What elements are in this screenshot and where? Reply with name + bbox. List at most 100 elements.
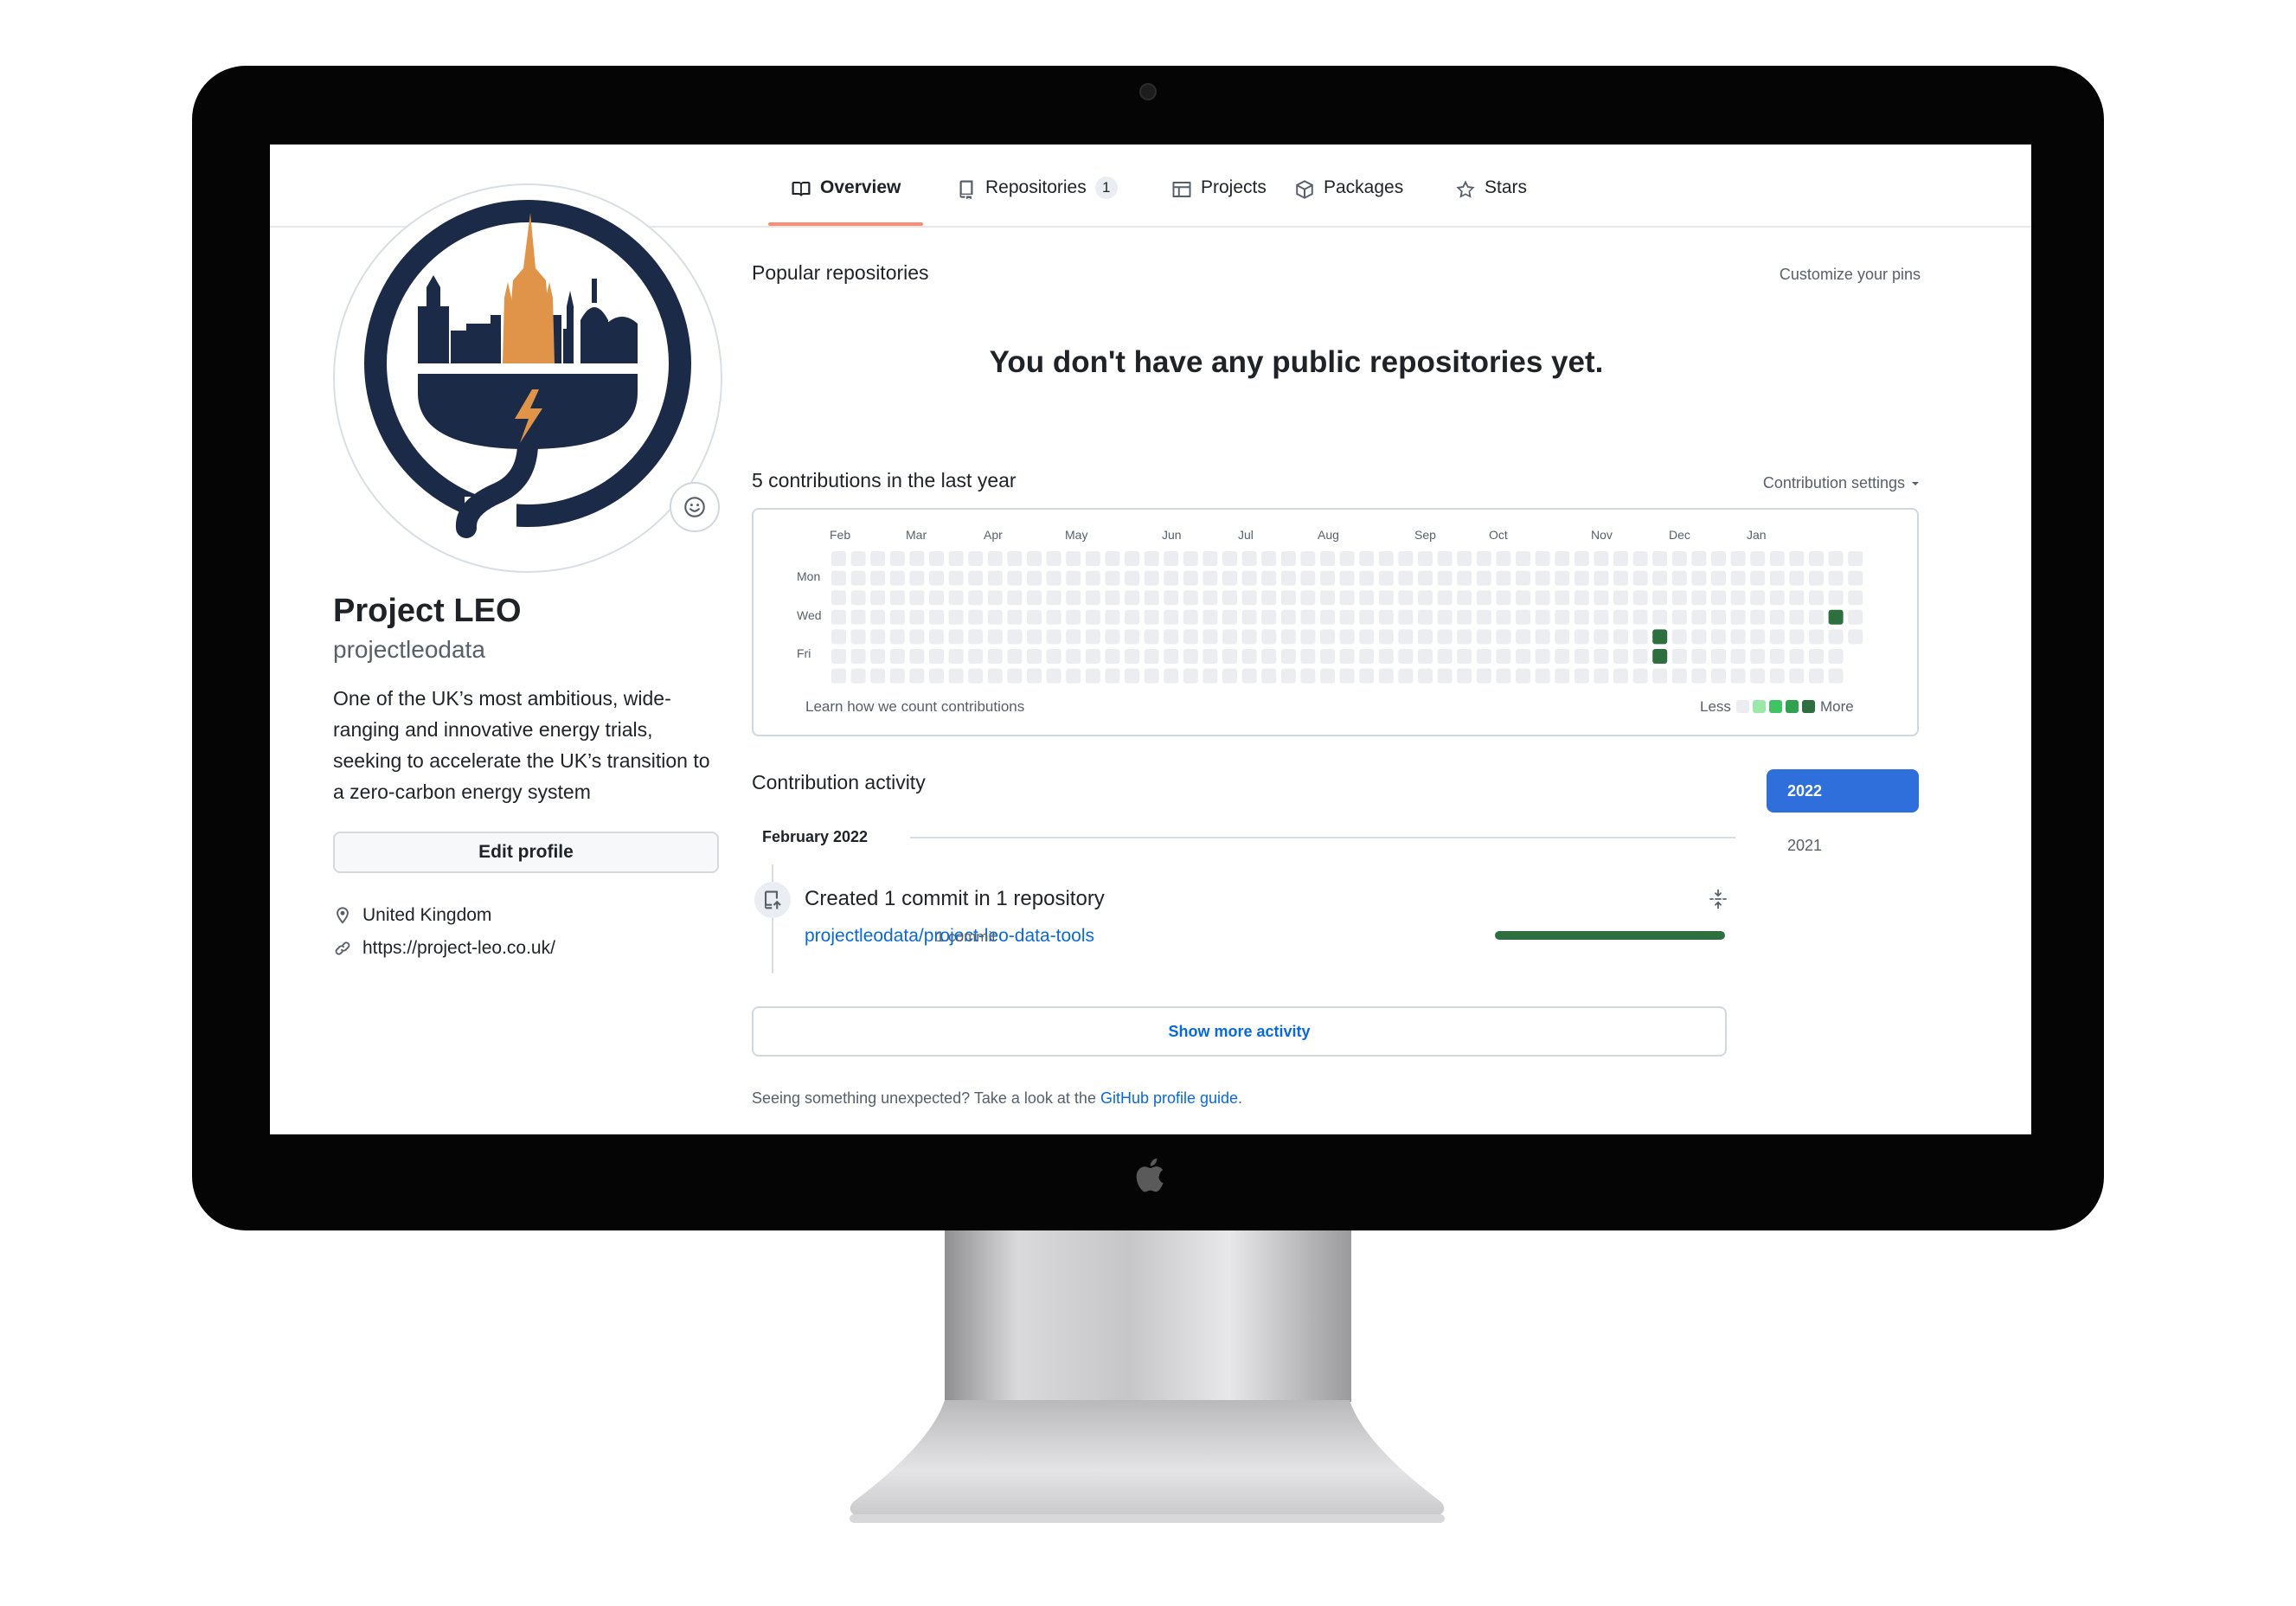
contribution-day[interactable] [987, 629, 1003, 645]
contribution-day[interactable] [1809, 629, 1824, 645]
contribution-day[interactable] [1164, 551, 1179, 566]
contribution-day[interactable] [1594, 668, 1609, 684]
contribution-day[interactable] [1769, 551, 1785, 566]
profile-website[interactable]: https://project-leo.co.uk/ [333, 938, 555, 959]
contribution-day[interactable] [1203, 649, 1218, 664]
contribution-day[interactable] [1398, 570, 1414, 586]
year-2022-button[interactable]: 2022 [1767, 769, 1919, 813]
contribution-day[interactable] [1574, 551, 1589, 566]
contribution-day[interactable] [948, 570, 964, 586]
contribution-day[interactable] [948, 590, 964, 606]
contribution-day[interactable] [1241, 590, 1257, 606]
contribution-day[interactable] [987, 609, 1003, 625]
contribution-day[interactable] [1183, 668, 1198, 684]
contribution-day[interactable] [909, 629, 925, 645]
contribution-day[interactable] [948, 551, 964, 566]
contribution-day[interactable] [1066, 668, 1081, 684]
contribution-day[interactable] [1125, 570, 1139, 586]
contribution-day[interactable] [1300, 649, 1316, 664]
contribution-day[interactable] [1789, 649, 1805, 664]
contribution-day[interactable] [1691, 570, 1707, 586]
contribution-day[interactable] [1594, 649, 1609, 664]
contribution-day[interactable] [1671, 609, 1687, 625]
learn-contributions-link[interactable]: Learn how we count contributions [805, 698, 1024, 716]
website-link[interactable]: https://project-leo.co.uk/ [362, 938, 555, 959]
contribution-day[interactable] [831, 590, 846, 606]
contribution-day[interactable] [1496, 609, 1511, 625]
contribution-day[interactable] [1164, 609, 1179, 625]
contribution-day[interactable] [948, 649, 964, 664]
contribution-day[interactable] [1125, 629, 1139, 645]
contribution-day[interactable] [1535, 551, 1550, 566]
contribution-day[interactable] [968, 551, 984, 566]
contribution-day[interactable] [1730, 590, 1746, 606]
contribution-day-active[interactable] [1652, 649, 1668, 664]
contribution-day[interactable] [929, 668, 944, 684]
contribution-day[interactable] [1164, 570, 1179, 586]
contribution-day[interactable] [1085, 668, 1100, 684]
contribution-day[interactable] [1457, 649, 1472, 664]
contribution-day[interactable] [1594, 629, 1609, 645]
contribution-day[interactable] [1046, 649, 1061, 664]
contribution-day[interactable] [850, 590, 866, 606]
contribution-day[interactable] [1671, 590, 1687, 606]
contribution-day[interactable] [987, 551, 1003, 566]
set-status-button[interactable] [670, 482, 720, 532]
contribution-day[interactable] [1613, 649, 1628, 664]
contribution-day[interactable] [870, 649, 886, 664]
contribution-day[interactable] [1261, 649, 1277, 664]
contribution-day[interactable] [1613, 668, 1628, 684]
tab-overview[interactable]: Overview [767, 177, 924, 226]
contribution-day[interactable] [1261, 629, 1277, 645]
contribution-day[interactable] [1320, 668, 1335, 684]
contribution-day[interactable] [1632, 590, 1648, 606]
contribution-day[interactable] [1632, 609, 1648, 625]
contribution-day[interactable] [850, 551, 866, 566]
contribution-day[interactable] [1457, 609, 1472, 625]
contribution-day[interactable] [1222, 609, 1237, 625]
contribution-day[interactable] [1164, 668, 1179, 684]
contribution-day[interactable] [1241, 551, 1257, 566]
contribution-day[interactable] [1437, 649, 1453, 664]
contribution-day[interactable] [1066, 570, 1081, 586]
contribution-day[interactable] [1280, 649, 1296, 664]
edit-profile-button[interactable]: Edit profile [333, 832, 719, 873]
contribution-day[interactable] [1516, 668, 1530, 684]
contribution-day[interactable] [1535, 570, 1550, 586]
contribution-day[interactable] [1398, 668, 1414, 684]
contribution-day[interactable] [1555, 609, 1570, 625]
contribution-day[interactable] [929, 551, 944, 566]
contribution-day[interactable] [1496, 570, 1511, 586]
contribution-day[interactable] [1046, 590, 1061, 606]
contribution-day[interactable] [1222, 668, 1237, 684]
contribution-day[interactable] [1105, 551, 1120, 566]
contribution-day[interactable] [831, 629, 846, 645]
contribution-day[interactable] [1418, 629, 1433, 645]
tab-stars[interactable]: Stars [1455, 177, 1527, 226]
contribution-day[interactable] [1125, 609, 1139, 625]
contribution-day[interactable] [1711, 668, 1726, 684]
contribution-day[interactable] [1320, 609, 1335, 625]
contribution-day[interactable] [1398, 551, 1414, 566]
contribution-day[interactable] [1691, 551, 1707, 566]
contribution-day[interactable] [1261, 590, 1277, 606]
contribution-day[interactable] [1476, 649, 1491, 664]
contribution-day[interactable] [1828, 590, 1844, 606]
contribution-day[interactable] [1203, 629, 1218, 645]
contribution-day[interactable] [1594, 590, 1609, 606]
contribution-day[interactable] [987, 590, 1003, 606]
contribution-day[interactable] [1516, 629, 1530, 645]
contribution-day[interactable] [1750, 649, 1766, 664]
contribution-day[interactable] [1105, 629, 1120, 645]
contribution-day[interactable] [1437, 629, 1453, 645]
contribution-day[interactable] [1007, 590, 1023, 606]
contribution-day[interactable] [948, 609, 964, 625]
tab-packages[interactable]: Packages [1294, 177, 1403, 226]
contribution-day[interactable] [1183, 590, 1198, 606]
contribution-day[interactable] [1378, 590, 1394, 606]
contribution-day[interactable] [1671, 668, 1687, 684]
contribution-day[interactable] [1671, 649, 1687, 664]
contribution-day[interactable] [1085, 629, 1100, 645]
contribution-day[interactable] [1339, 668, 1355, 684]
contribution-day[interactable] [1105, 590, 1120, 606]
